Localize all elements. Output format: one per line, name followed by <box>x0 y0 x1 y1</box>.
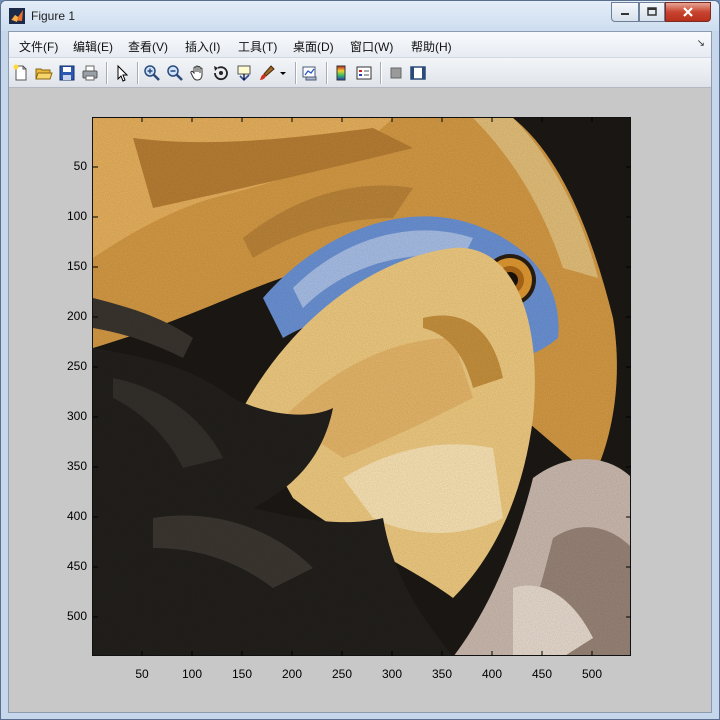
link-plot-icon <box>302 66 317 81</box>
y-tick-label: 300 <box>66 409 87 423</box>
rotate-3d-icon <box>214 66 228 81</box>
matlab-logo-icon <box>9 8 25 24</box>
x-tick-label: 300 <box>381 667 403 681</box>
menu-desktop[interactable]: 桌面(D) <box>293 38 334 55</box>
image-axes[interactable] <box>92 117 631 656</box>
y-tick-label: 350 <box>66 459 87 473</box>
data-cursor-icon <box>237 65 251 82</box>
x-tick-label: 450 <box>531 667 553 681</box>
brush-dropdown-icon <box>280 72 286 75</box>
menu-tools[interactable]: 工具(T) <box>238 38 277 55</box>
window-title: Figure 1 <box>31 9 76 23</box>
x-tick-label: 200 <box>281 667 303 681</box>
maximize-button[interactable] <box>639 2 665 22</box>
y-tick-label: 500 <box>66 609 87 623</box>
insert-colorbar-icon <box>336 65 346 81</box>
insert-legend-button[interactable] <box>354 63 374 83</box>
y-tick-label: 50 <box>73 159 87 173</box>
insert-legend-icon <box>356 66 372 80</box>
menu-file[interactable]: 文件(F) <box>19 38 58 55</box>
x-tick-label: 500 <box>581 667 603 681</box>
pan-button[interactable] <box>188 63 208 83</box>
x-tick-label: 50 <box>135 667 149 681</box>
x-tick-label: 400 <box>481 667 503 681</box>
save-figure-button[interactable] <box>57 63 77 83</box>
minimize-icon <box>621 13 629 15</box>
data-cursor-button[interactable] <box>234 63 254 83</box>
bird-image <box>93 118 630 655</box>
open-file-icon <box>35 68 53 80</box>
y-tick-label: 150 <box>66 259 87 273</box>
x-tick-label: 250 <box>331 667 353 681</box>
brush-button[interactable] <box>257 63 277 83</box>
menu-view[interactable]: 查看(V) <box>128 38 168 55</box>
open-file-button[interactable] <box>34 63 54 83</box>
link-plot-button[interactable] <box>300 63 320 83</box>
show-plot-tools-icon <box>410 66 426 80</box>
menu-window[interactable]: 窗口(W) <box>350 38 393 55</box>
print-figure-icon <box>82 65 98 81</box>
close-button[interactable] <box>665 2 711 22</box>
brush-icon <box>260 65 275 80</box>
maximize-icon <box>647 7 657 16</box>
pan-icon <box>190 65 203 81</box>
edit-plot-button[interactable] <box>112 63 132 83</box>
close-icon <box>683 7 693 17</box>
edit-plot-icon <box>117 64 129 82</box>
x-tick-label: 100 <box>181 667 203 681</box>
y-tick-label: 100 <box>66 209 87 223</box>
figure-window: Figure 1 文件(F) 编辑(E) 查看(V) 插入(I) 工具(T) 桌… <box>0 0 720 720</box>
hide-plot-tools-icon <box>390 67 402 79</box>
figure-canvas[interactable]: 50 100 150 200 250 300 350 400 450 500 5… <box>9 89 711 712</box>
zoom-in-icon <box>144 65 160 81</box>
zoom-out-icon <box>167 65 183 81</box>
y-tick-label: 200 <box>66 309 87 323</box>
y-tick-label: 450 <box>66 559 87 573</box>
insert-colorbar-button[interactable] <box>331 63 351 83</box>
show-plot-tools-button[interactable] <box>408 63 428 83</box>
menu-edit[interactable]: 编辑(E) <box>73 38 113 55</box>
new-figure-button[interactable] <box>11 63 31 83</box>
rotate-3d-button[interactable] <box>211 63 231 83</box>
minimize-button[interactable] <box>611 2 639 22</box>
brush-dropdown-button[interactable] <box>277 63 289 83</box>
save-figure-icon <box>59 65 75 81</box>
zoom-in-button[interactable] <box>142 63 162 83</box>
x-tick-label: 150 <box>231 667 253 681</box>
zoom-out-button[interactable] <box>165 63 185 83</box>
menu-help[interactable]: 帮助(H) <box>411 38 452 55</box>
new-figure-icon <box>13 64 27 81</box>
y-tick-label: 250 <box>66 359 87 373</box>
print-figure-button[interactable] <box>80 63 100 83</box>
figure-client: 文件(F) 编辑(E) 查看(V) 插入(I) 工具(T) 桌面(D) 窗口(W… <box>8 31 712 713</box>
y-tick-label: 400 <box>66 509 87 523</box>
x-tick-label: 350 <box>431 667 453 681</box>
menu-bar: 文件(F) 编辑(E) 查看(V) 插入(I) 工具(T) 桌面(D) 窗口(W… <box>9 32 711 58</box>
figure-toolbar <box>9 58 711 88</box>
hide-plot-tools-button[interactable] <box>386 63 406 83</box>
menu-insert[interactable]: 插入(I) <box>185 38 220 55</box>
dock-arrow-icon[interactable]: ↘ <box>697 38 705 49</box>
title-bar[interactable]: Figure 1 <box>1 1 719 31</box>
